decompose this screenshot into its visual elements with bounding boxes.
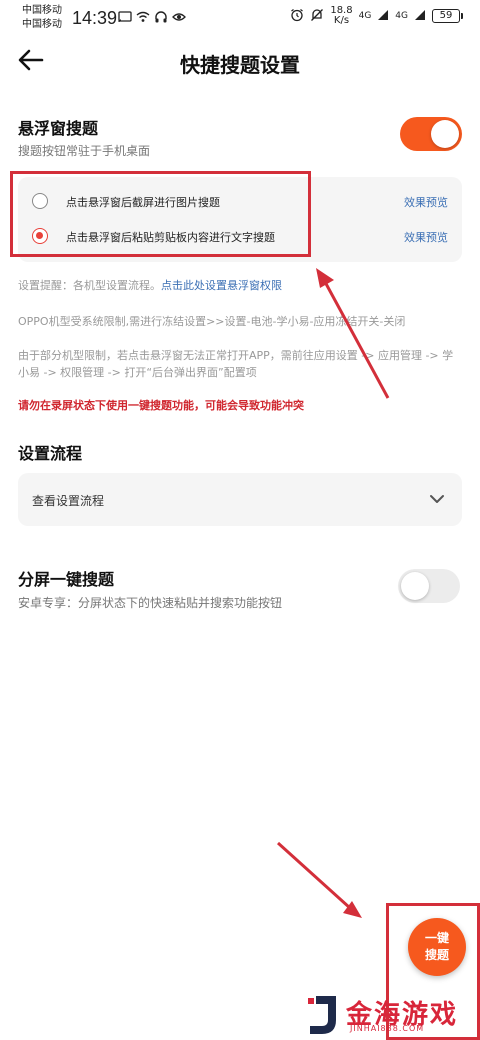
split-toggle[interactable]: [398, 569, 460, 603]
search-mode-options: 点击悬浮窗后截屏进行图片搜题 效果预览 点击悬浮窗后粘贴剪贴板内容进行文字搜题 …: [18, 177, 462, 262]
signal-2: 4G: [395, 11, 408, 21]
annotation-arrow: [276, 841, 362, 918]
status-icons-right: 18.8 K/s 4G 4G 59: [290, 6, 463, 26]
watermark: 金海游戏 JINHAI888.COM: [306, 992, 476, 1038]
page-title: 快捷搜题设置: [180, 53, 300, 77]
silent-icon: [310, 8, 324, 25]
fab-line-1: 一键: [424, 931, 449, 945]
radio-clipboard[interactable]: [32, 228, 48, 244]
option-label: 点击悬浮窗后粘贴剪贴板内容进行文字搜题: [66, 231, 275, 244]
warning-text: 请勿在录屏状态下使用一键搜题功能，可能会导致功能冲突: [18, 399, 304, 412]
permission-link[interactable]: 点击此处设置悬浮窗权限: [161, 279, 282, 292]
wifi-icon: [136, 10, 150, 24]
limit-note: 由于部分机型限制，若点击悬浮窗无法正常打开APP，需前往应用设置 -> 应用管理…: [18, 349, 454, 379]
carrier-1: 中国移动: [22, 5, 62, 16]
radio-screenshot[interactable]: [32, 193, 48, 209]
clock: 14:39: [72, 8, 118, 28]
preview-link[interactable]: 效果预览: [404, 194, 448, 210]
signal-icon-2: [414, 9, 426, 24]
alarm-icon: [290, 8, 304, 25]
oppo-note: OPPO机型受系统限制,需进行冻结设置>>设置-电池-学小易-应用冻结开关-关闭: [18, 315, 406, 328]
toggle-knob: [401, 572, 429, 600]
option-label: 点击悬浮窗后截屏进行图片搜题: [66, 196, 220, 209]
fab-line-2: 搜题: [424, 948, 449, 962]
cast-icon: [118, 10, 132, 24]
status-icons-left: [118, 10, 186, 24]
preview-link[interactable]: 效果预览: [404, 229, 448, 245]
flow-label: 查看设置流程: [32, 494, 105, 508]
speed-unit: K/s: [333, 15, 350, 26]
network-speed: 18.8 K/s: [330, 6, 352, 26]
flow-dropdown[interactable]: 查看设置流程: [18, 473, 462, 526]
floating-section-title: 悬浮窗搜题: [18, 119, 99, 138]
signal-icon-1: [377, 9, 389, 24]
chevron-down-icon: [428, 490, 446, 508]
setup-tip: 设置提醒：各机型设置流程。点击此处设置悬浮窗权限: [18, 277, 464, 294]
watermark-sub: JINHAI888.COM: [350, 1024, 425, 1033]
one-tap-search-button[interactable]: 一键 搜题: [408, 918, 466, 976]
tip-text: 设置提醒：各机型设置流程。: [18, 279, 161, 292]
flow-section-title: 设置流程: [18, 444, 83, 463]
option-screenshot-search[interactable]: 点击悬浮窗后截屏进行图片搜题 效果预览: [18, 182, 462, 220]
split-section-subtitle: 安卓专享：分屏状态下的快速粘贴并搜索功能按钮: [18, 596, 283, 610]
toggle-knob: [431, 120, 459, 148]
floating-toggle[interactable]: [400, 117, 462, 151]
carrier-2: 中国移动: [22, 19, 62, 30]
headphones-icon: [154, 10, 168, 24]
floating-section-subtitle: 搜题按钮常驻于手机桌面: [18, 144, 151, 158]
signal-1: 4G: [358, 11, 372, 21]
option-clipboard-search[interactable]: 点击悬浮窗后粘贴剪贴板内容进行文字搜题 效果预览: [18, 217, 462, 255]
status-bar: 中国移动 中国移动 14:39 18.8 K/s 4G 4G 59: [0, 0, 480, 34]
eye-icon: [172, 10, 186, 24]
split-section-title: 分屏一键搜题: [18, 570, 115, 589]
battery-indicator: 59: [432, 9, 463, 23]
header: 快捷搜题设置: [0, 34, 480, 90]
watermark-logo-icon: [306, 994, 340, 1036]
